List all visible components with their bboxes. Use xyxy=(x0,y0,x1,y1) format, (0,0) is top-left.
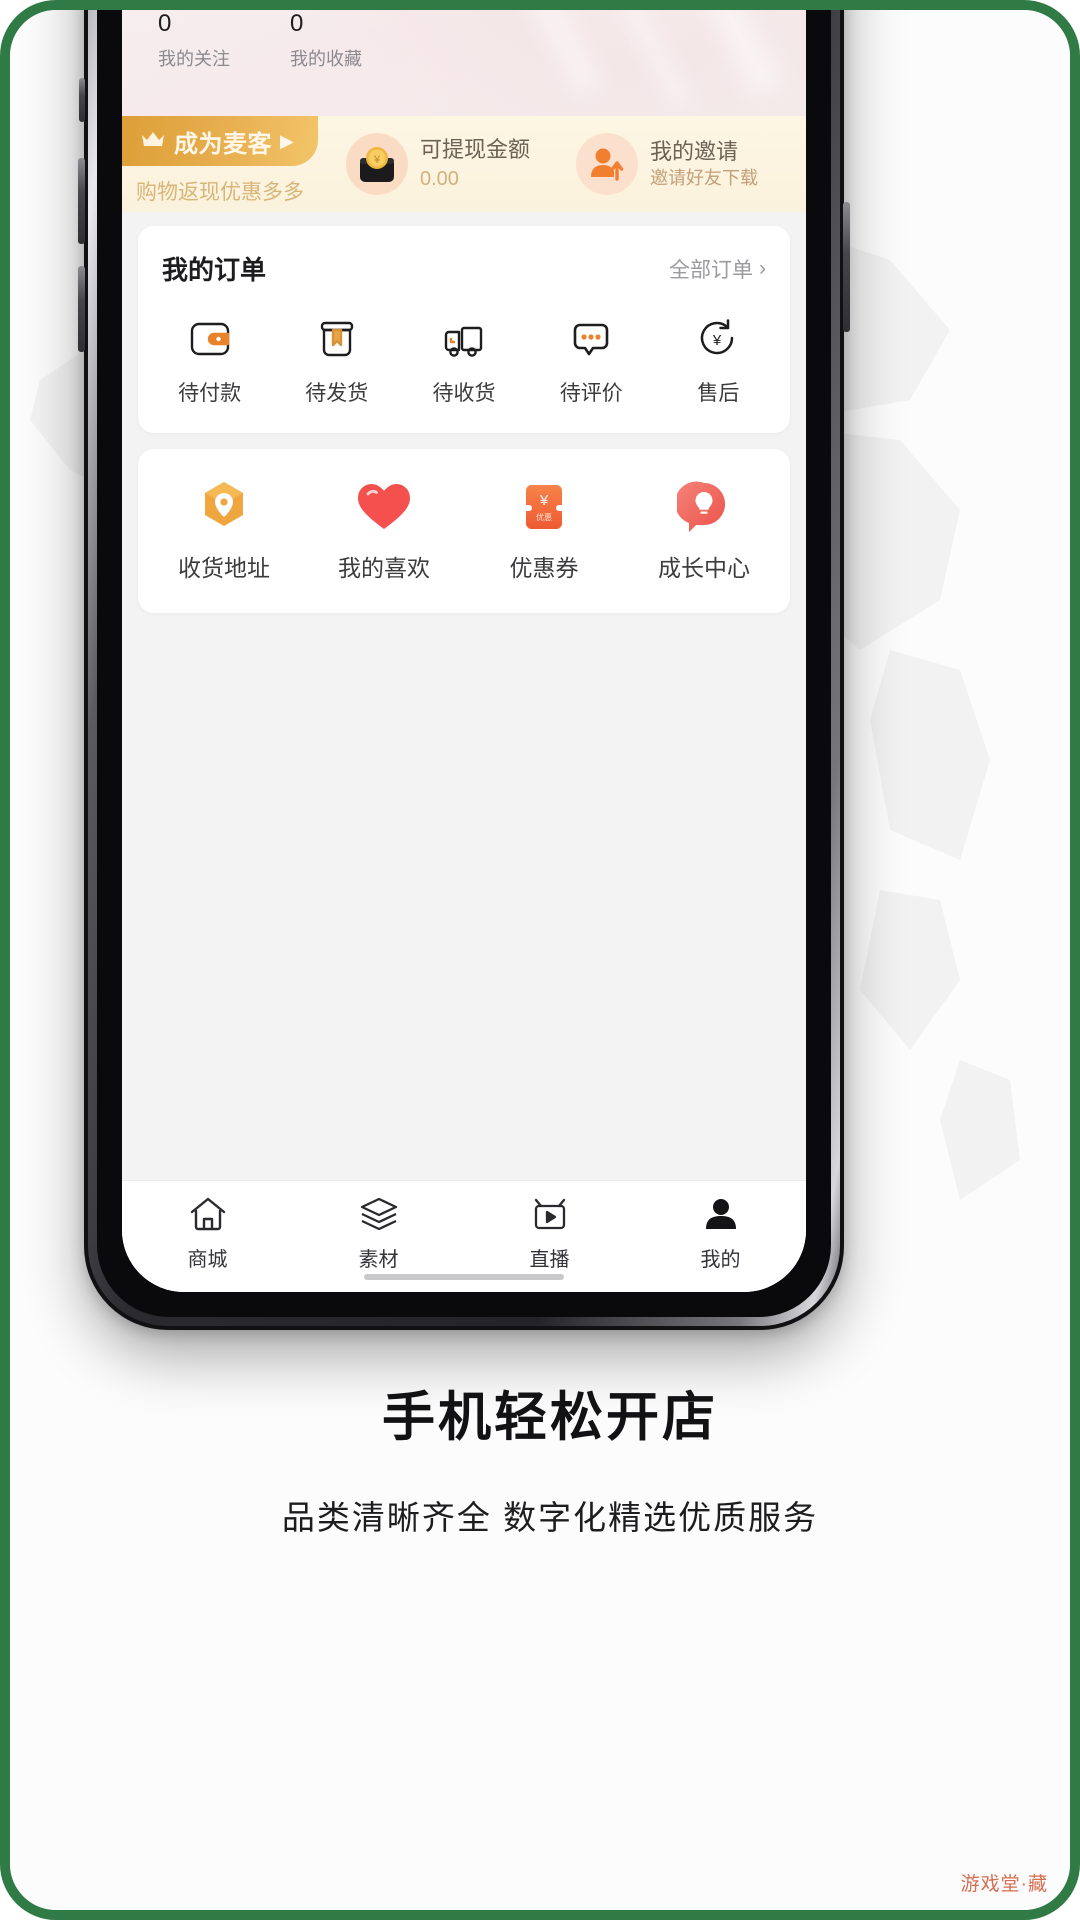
header-streak-2 xyxy=(508,10,692,111)
footer-subtitle: 品类清晰齐全 数字化精选优质服务 xyxy=(281,1499,819,1536)
order-status-label: 待收货 xyxy=(432,382,496,405)
tab-label: 素材 xyxy=(358,1249,399,1271)
heart-icon xyxy=(355,479,413,535)
order-status-label: 待评价 xyxy=(559,382,623,405)
orders-status-row: 待付款 待发货 待收货 待评价 ¥ 售后 xyxy=(138,293,790,433)
wallet-coin-icon: ¥ xyxy=(346,133,408,195)
coupon-icon: ¥ 优惠 xyxy=(518,479,570,535)
tool-label: 优惠券 xyxy=(509,555,579,581)
chevron-right-icon: ▶ xyxy=(280,131,294,151)
tab-mine[interactable]: 我的 xyxy=(635,1193,806,1272)
layers-icon xyxy=(359,1193,399,1235)
tools-row: 收货地址 我的喜欢 ¥ 优惠 优惠券 成长中心 xyxy=(138,449,790,613)
tool-coupons[interactable]: ¥ 优惠 优惠券 xyxy=(464,479,624,583)
crown-icon xyxy=(140,129,166,154)
marketing-footer: 手机轻松开店 品类清晰齐全 数字化精选优质服务 xyxy=(10,1375,1070,1539)
promo-banner: 成为麦客 ▶ 购物返现优惠多多 ¥ 可提现金额 0.00 我的邀请 邀请好友下载 xyxy=(122,116,806,212)
chevron-right-icon: › xyxy=(759,256,766,280)
svg-text:¥: ¥ xyxy=(712,332,722,349)
invite-title: 我的邀请 xyxy=(650,138,739,164)
stat-label: 我的关注 xyxy=(158,48,230,69)
volume-up-button[interactable] xyxy=(78,158,85,244)
tool-label: 收货地址 xyxy=(178,555,270,581)
watermark-text: 游戏堂·藏 xyxy=(960,1874,1048,1895)
tab-label: 直播 xyxy=(529,1249,570,1271)
mute-switch[interactable] xyxy=(79,78,85,122)
stat-favorites[interactable]: 0 我的收藏 xyxy=(290,10,362,71)
order-status-label: 售后 xyxy=(697,382,740,405)
profile-stats: 0 我的关注 0 我的收藏 xyxy=(158,10,362,71)
comment-icon xyxy=(569,315,613,363)
page-frame: 小七音乐 ★ 普通会员 ID:671648 xyxy=(0,0,1080,1920)
all-orders-label: 全部订单 xyxy=(669,258,753,282)
become-maike-label: 成为麦客 xyxy=(174,130,272,158)
svg-text:¥: ¥ xyxy=(373,154,381,166)
tool-label: 成长中心 xyxy=(658,555,750,581)
volume-down-button[interactable] xyxy=(78,266,85,352)
svg-text:¥: ¥ xyxy=(539,492,549,509)
tab-materials[interactable]: 素材 xyxy=(293,1193,464,1272)
wallet-icon xyxy=(188,315,232,363)
order-status-unshipped[interactable]: 待发货 xyxy=(273,315,400,407)
stat-label: 我的收藏 xyxy=(290,48,362,69)
my-invite-text: 我的邀请 邀请好友下载 xyxy=(650,138,758,191)
app-content: 我的订单 全部订单 › 待付款 待发货 待收货 待评价 ¥ 售后 收货地址 我的… xyxy=(122,212,806,1180)
invite-user-icon xyxy=(576,133,638,195)
footer-title: 手机轻松开店 xyxy=(382,1388,718,1447)
stat-value: 0 xyxy=(290,10,304,37)
order-status-label: 待发货 xyxy=(305,382,369,405)
header-streak-1 xyxy=(428,10,602,96)
order-status-label: 待付款 xyxy=(178,382,242,405)
phone-screen: 小七音乐 ★ 普通会员 ID:671648 xyxy=(122,10,806,1292)
tab-live[interactable]: 直播 xyxy=(464,1193,635,1272)
withdrawable-value: 0.00 xyxy=(420,167,459,190)
svg-text:优惠: 优惠 xyxy=(536,512,552,522)
invite-subtitle: 邀请好友下载 xyxy=(650,168,758,189)
tab-label: 我的 xyxy=(700,1249,741,1271)
home-indicator xyxy=(364,1274,564,1280)
lightbulb-icon xyxy=(677,479,731,535)
location-pin-icon xyxy=(198,479,250,535)
package-icon xyxy=(315,315,359,363)
phone-bezel: 小七音乐 ★ 普通会员 ID:671648 xyxy=(97,10,831,1317)
tool-growth-center[interactable]: 成长中心 xyxy=(624,479,784,583)
live-tv-icon xyxy=(530,1193,570,1235)
become-maike-block[interactable]: 成为麦客 ▶ 购物返现优惠多多 xyxy=(122,116,340,212)
tool-shipping-address[interactable]: 收货地址 xyxy=(144,479,304,583)
tool-my-favorites[interactable]: 我的喜欢 xyxy=(304,479,464,583)
refund-icon: ¥ xyxy=(696,315,740,363)
power-button[interactable] xyxy=(843,202,850,332)
all-orders-link[interactable]: 全部订单 › xyxy=(669,254,766,284)
become-maike-chip[interactable]: 成为麦客 ▶ xyxy=(122,116,318,166)
app-root: 小七音乐 ★ 普通会员 ID:671648 xyxy=(122,10,806,1292)
orders-card: 我的订单 全部订单 › 待付款 待发货 待收货 待评价 ¥ 售后 xyxy=(138,226,790,433)
withdrawable-amount-text: 可提现金额 0.00 xyxy=(420,136,530,192)
orders-title: 我的订单 xyxy=(162,255,267,285)
home-icon xyxy=(188,1193,228,1235)
stat-following[interactable]: 0 我的关注 xyxy=(158,10,230,71)
order-status-aftersale[interactable]: ¥ 售后 xyxy=(655,315,782,407)
tab-mall[interactable]: 商城 xyxy=(122,1193,293,1272)
person-icon xyxy=(701,1193,741,1235)
page-background: 小七音乐 ★ 普通会员 ID:671648 xyxy=(10,10,1070,1910)
my-invite-block[interactable]: 我的邀请 邀请好友下载 xyxy=(576,116,806,212)
tool-label: 我的喜欢 xyxy=(338,555,430,581)
stat-value: 0 xyxy=(158,10,172,37)
order-status-unreviewed[interactable]: 待评价 xyxy=(528,315,655,407)
withdrawable-amount-block[interactable]: ¥ 可提现金额 0.00 xyxy=(340,116,576,212)
order-status-unreceived[interactable]: 待收货 xyxy=(400,315,527,407)
withdrawable-title: 可提现金额 xyxy=(420,137,531,163)
order-status-unpaid[interactable]: 待付款 xyxy=(146,315,273,407)
truck-icon xyxy=(441,315,487,363)
profile-header: 小七音乐 ★ 普通会员 ID:671648 xyxy=(122,10,806,116)
become-maike-subtitle: 购物返现优惠多多 xyxy=(136,181,304,204)
tab-label: 商城 xyxy=(187,1249,228,1271)
phone-mockup: 小七音乐 ★ 普通会员 ID:671648 xyxy=(78,10,850,1330)
tools-card: 收货地址 我的喜欢 ¥ 优惠 优惠券 成长中心 xyxy=(138,449,790,613)
orders-card-header: 我的订单 全部订单 › xyxy=(138,226,790,293)
